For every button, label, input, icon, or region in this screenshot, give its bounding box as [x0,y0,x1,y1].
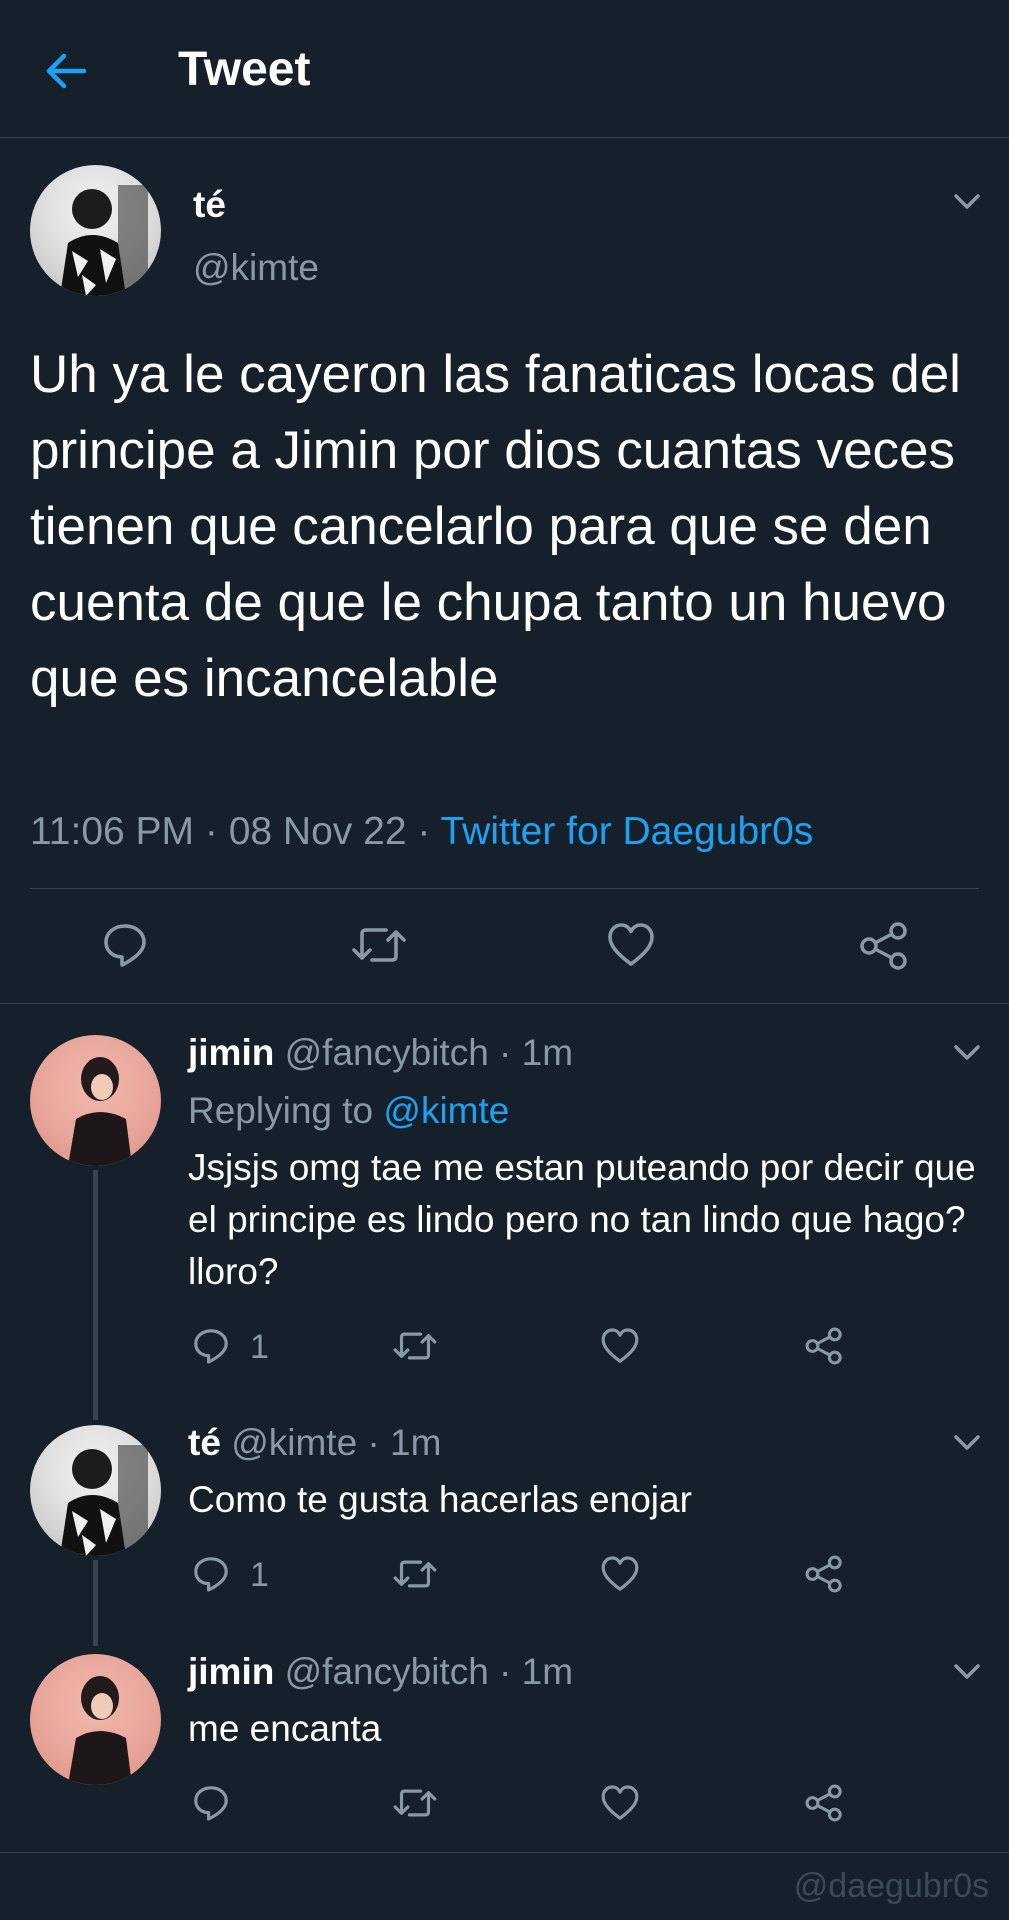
avatar[interactable] [30,165,161,296]
reply-count: 1 [250,1328,269,1366]
author-name[interactable]: té [193,184,226,226]
share-icon [860,922,907,970]
chevron-down-icon [954,1664,980,1679]
chevron-down-icon [954,1435,980,1450]
share-icon [805,1555,842,1593]
retweet-button[interactable] [392,1783,438,1823]
like-button[interactable] [600,1554,640,1594]
reply-icon [194,1557,228,1592]
reply-button[interactable] [100,920,150,970]
arrow-left-icon [46,53,87,89]
replying-label: Replying to [188,1090,374,1131]
reply-text: Jsjsjs omg tae me estan puteando por dec… [188,1147,976,1292]
reply-author-name[interactable]: jimin [188,1032,274,1073]
more-options-button[interactable] [950,1035,984,1069]
reply-time[interactable]: 1m [522,1651,573,1692]
tweet-time[interactable]: 11:06 PM [30,810,194,853]
more-options-button[interactable] [950,184,984,218]
avatar[interactable] [30,1035,161,1166]
page-title: Tweet [178,43,311,96]
share-icon [805,1784,842,1822]
more-options-button[interactable] [950,1425,984,1459]
retweet-icon [393,1789,437,1817]
tweet-text: Uh ya le cayeron las fanaticas locas del… [30,345,961,708]
tweet-meta: 11:06 PM · 08 Nov 22 · Twitter for Daegu… [30,810,814,853]
divider [0,1852,1009,1853]
heart-icon [601,1328,639,1363]
reply-author-handle[interactable]: @fancybitch [285,1651,489,1692]
replying-to: Replying to @kimte [188,1090,509,1132]
reply-header: té @kimte · 1m [188,1422,442,1463]
thread-line [93,1560,98,1646]
reply-count: 1 [250,1556,269,1594]
reply-icon [194,1786,228,1821]
mention-link[interactable]: @kimte [383,1090,509,1131]
reply-button[interactable] [191,1554,231,1594]
retweet-button[interactable] [392,1554,438,1594]
retweet-icon [352,928,406,962]
retweet-icon [393,1560,437,1588]
reply-author-handle[interactable]: @kimte [231,1422,357,1463]
like-button[interactable] [606,920,656,970]
chevron-down-icon [954,1045,980,1060]
share-button[interactable] [804,1326,844,1366]
like-button[interactable] [600,1326,640,1366]
reply-header: jimin @fancybitch · 1m [188,1651,574,1692]
divider [0,1003,1009,1004]
divider [30,888,979,889]
tweet-source-link[interactable]: Twitter for Daegubr0s [440,810,813,853]
retweet-button[interactable] [392,1326,438,1366]
heart-icon [608,923,654,966]
heart-icon [601,1556,639,1591]
share-button[interactable] [804,1783,844,1823]
share-button[interactable] [804,1554,844,1594]
reply-button[interactable] [191,1326,231,1366]
back-button[interactable] [40,46,90,96]
retweet-button[interactable] [350,920,408,970]
thread-line [93,1170,98,1420]
watermark: @daegubr0s [793,1867,989,1905]
heart-icon [601,1785,639,1820]
reply-text: me encanta [188,1708,382,1749]
more-options-button[interactable] [950,1654,984,1688]
reply-time[interactable]: 1m [522,1032,573,1073]
author-handle[interactable]: @kimte [193,247,319,289]
reply-author-handle[interactable]: @fancybitch [285,1032,489,1073]
tweet-date[interactable]: 08 Nov 22 [229,810,407,853]
share-button[interactable] [858,920,910,972]
reply-icon [104,924,146,967]
reply-button[interactable] [191,1783,231,1823]
avatar[interactable] [30,1425,161,1556]
chevron-down-icon [954,194,980,209]
reply-icon [194,1329,228,1364]
reply-header: jimin @fancybitch · 1m [188,1032,574,1073]
header-bar: Tweet [0,0,1009,138]
share-icon [805,1327,842,1365]
reply-author-name[interactable]: jimin [188,1651,274,1692]
reply-text: Como te gusta hacerlas enojar [188,1479,692,1520]
retweet-icon [393,1332,437,1360]
avatar[interactable] [30,1654,161,1785]
reply-time[interactable]: 1m [390,1422,441,1463]
reply-author-name[interactable]: té [188,1422,221,1463]
like-button[interactable] [600,1783,640,1823]
